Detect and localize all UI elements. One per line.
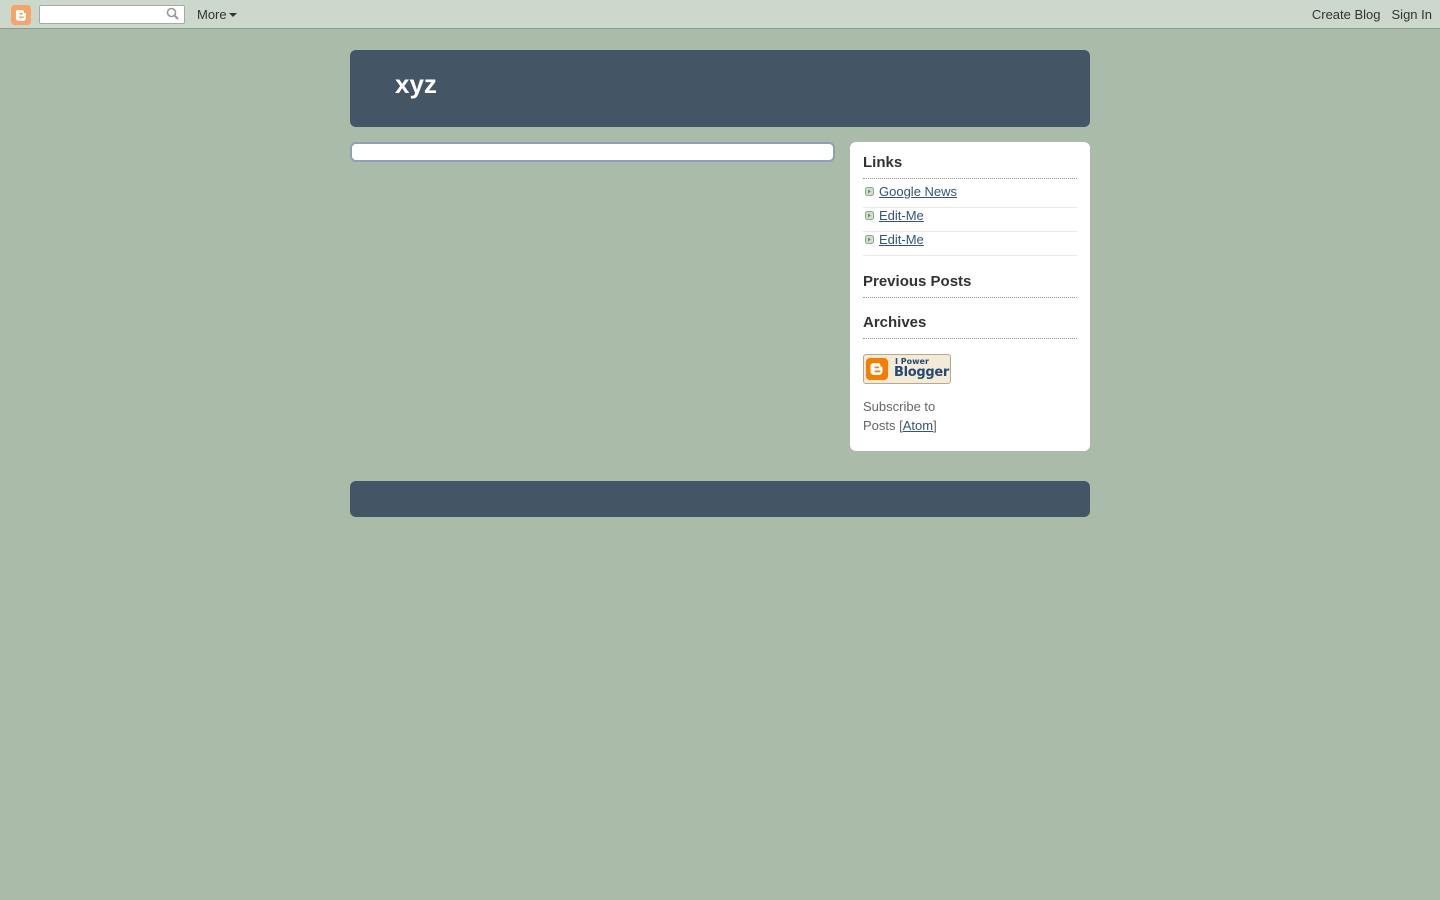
arrow-bullet-icon — [865, 235, 874, 244]
arrow-bullet-icon — [865, 211, 874, 220]
create-blog-link[interactable]: Create Blog — [1312, 7, 1381, 22]
list-item: Google News — [863, 184, 1077, 208]
list-item: Edit-Me — [863, 232, 1077, 256]
sign-in-link[interactable]: Sign In — [1392, 7, 1432, 22]
blogger-b-icon — [866, 358, 888, 380]
links-list: Google News Edit-Me Edit-Me — [863, 184, 1077, 256]
blog-header: xyz — [350, 50, 1090, 127]
badge-big-text: Blogger — [894, 365, 950, 380]
blogger-navbar: More Create Blog Sign In — [0, 0, 1440, 29]
caret-down-icon — [228, 13, 237, 17]
subscribe-text: Subscribe to Posts [Atom] — [863, 397, 953, 435]
list-item: Edit-Me — [863, 208, 1077, 232]
navbar-right-links: Create Blog Sign In — [1301, 7, 1432, 22]
link-google-news[interactable]: Google News — [879, 185, 957, 199]
archives-heading: Archives — [863, 314, 1077, 339]
main-posts-area — [350, 142, 835, 162]
blog-title[interactable]: xyz — [395, 69, 437, 100]
blogger-logo-icon[interactable] — [11, 5, 31, 25]
powered-by-blogger-badge[interactable]: I Power Blogger — [863, 354, 951, 384]
sidebar: Links Google News Edit-Me Edit-Me Previo… — [850, 142, 1090, 451]
arrow-bullet-icon — [865, 187, 874, 196]
previous-posts-heading: Previous Posts — [863, 273, 1077, 298]
blog-footer — [350, 481, 1090, 517]
link-edit-me[interactable]: Edit-Me — [879, 209, 924, 223]
more-label: More — [197, 7, 227, 22]
search-icon[interactable] — [166, 7, 179, 20]
links-heading: Links — [863, 154, 1077, 179]
search-input[interactable] — [39, 5, 185, 24]
more-menu-button[interactable]: More — [197, 7, 237, 22]
subscribe-suffix: ] — [933, 418, 937, 433]
link-edit-me[interactable]: Edit-Me — [879, 233, 924, 247]
atom-feed-link[interactable]: Atom — [903, 418, 933, 433]
